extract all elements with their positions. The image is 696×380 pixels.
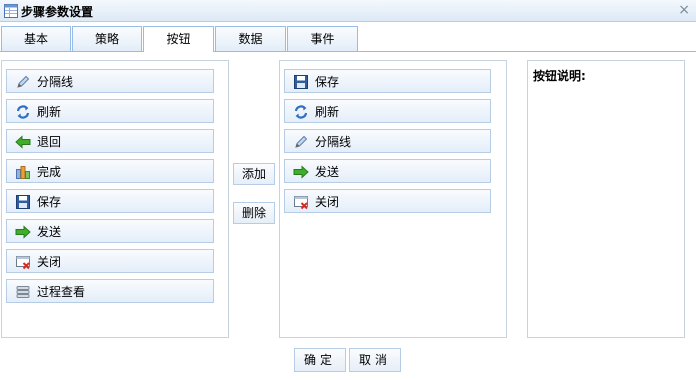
- button-label: 完成: [37, 165, 62, 179]
- close-window-icon: [293, 194, 309, 210]
- selected-button-separator[interactable]: 分隔线: [284, 129, 491, 153]
- selected-button-close[interactable]: 关闭: [284, 189, 491, 213]
- available-button-return[interactable]: 退回: [6, 129, 214, 153]
- add-button[interactable]: 添加: [233, 163, 275, 185]
- arrow-right-icon: [15, 224, 31, 240]
- button-label: 刷新: [315, 105, 340, 119]
- button-label: 分隔线: [315, 135, 352, 149]
- available-button-separator[interactable]: 分隔线: [6, 69, 214, 93]
- arrow-left-icon: [15, 134, 31, 150]
- available-button-close[interactable]: 关闭: [6, 249, 214, 273]
- button-description-panel: 按钮说明:: [527, 60, 685, 338]
- button-label: 过程查看: [37, 285, 86, 299]
- arrow-right-icon: [293, 164, 309, 180]
- button-label: 发送: [315, 165, 340, 179]
- button-label: 发送: [37, 225, 62, 239]
- selected-button-save[interactable]: 保存: [284, 69, 491, 93]
- tab-events[interactable]: 事件: [287, 26, 358, 51]
- list-icon: [15, 284, 31, 300]
- button-label: 保存: [37, 195, 62, 209]
- available-button-save[interactable]: 保存: [6, 189, 214, 213]
- pencil-icon: [293, 134, 309, 150]
- button-label: 关闭: [37, 255, 62, 269]
- pencil-icon: [15, 74, 31, 90]
- tab-strategy[interactable]: 策略: [72, 26, 142, 51]
- tab-data[interactable]: 数据: [215, 26, 286, 51]
- selected-button-send[interactable]: 发送: [284, 159, 491, 183]
- button-label: 刷新: [37, 105, 62, 119]
- available-button-send[interactable]: 发送: [6, 219, 214, 243]
- close-icon[interactable]: ×: [678, 2, 690, 18]
- button-label: 分隔线: [37, 75, 74, 89]
- button-label: 退回: [37, 135, 62, 149]
- selected-buttons-list: 保存 刷新 分隔线 发送 关闭: [279, 60, 507, 338]
- close-window-icon: [15, 254, 31, 270]
- available-button-complete[interactable]: 完成: [6, 159, 214, 183]
- tab-buttons[interactable]: 按钮: [143, 26, 214, 52]
- refresh-icon: [15, 104, 31, 120]
- refresh-icon: [293, 104, 309, 120]
- window-title: 步骤参数设置: [21, 5, 94, 19]
- button-label: 关闭: [315, 195, 340, 209]
- complete-icon: [15, 164, 31, 180]
- tab-bar: 基本 策略 按钮 数据 事件: [0, 26, 696, 52]
- description-label: 按钮说明:: [533, 69, 586, 83]
- available-button-process-view[interactable]: 过程查看: [6, 279, 214, 303]
- cancel-button[interactable]: 取消: [349, 348, 401, 372]
- window-titlebar: 步骤参数设置 ×: [0, 0, 696, 22]
- button-label: 保存: [315, 75, 340, 89]
- table-icon: [4, 4, 18, 18]
- available-buttons-list: 分隔线 刷新 退回 完成 保存 发送 关闭 过程查看: [1, 60, 229, 338]
- save-icon: [15, 194, 31, 210]
- save-icon: [293, 74, 309, 90]
- delete-button[interactable]: 删除: [233, 202, 275, 224]
- ok-button[interactable]: 确定: [294, 348, 346, 372]
- selected-button-refresh[interactable]: 刷新: [284, 99, 491, 123]
- tab-basic[interactable]: 基本: [1, 26, 71, 51]
- available-button-refresh[interactable]: 刷新: [6, 99, 214, 123]
